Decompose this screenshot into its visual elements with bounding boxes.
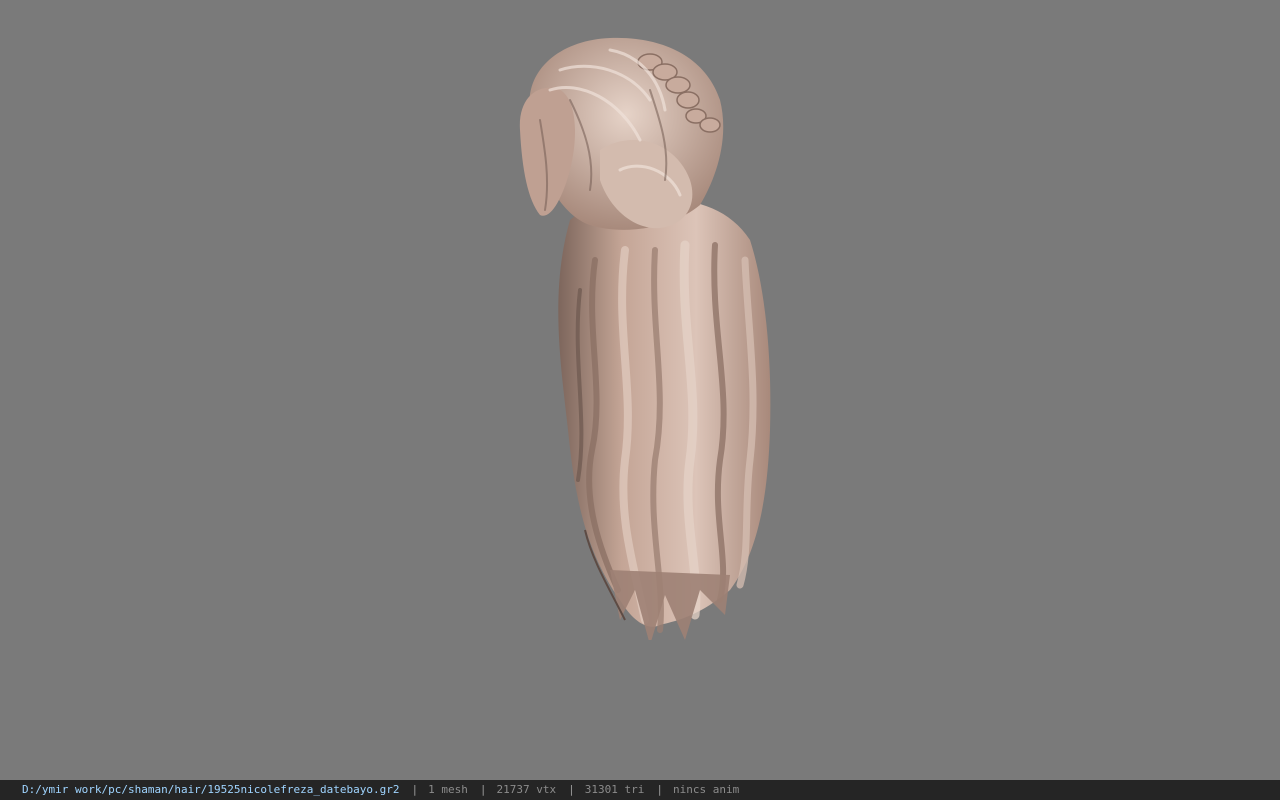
file-path-label: D:/ymir work/pc/shaman/hair/19525nicolef… xyxy=(22,783,400,796)
status-separator: | xyxy=(479,783,487,796)
triangle-count-label: 31301 tri xyxy=(584,783,645,796)
vertex-count-label: 21737 vtx xyxy=(496,783,557,796)
mesh-count-label: 1 mesh xyxy=(428,783,468,796)
3d-viewport[interactable] xyxy=(0,0,1280,780)
status-separator: | xyxy=(656,783,663,796)
status-separator: | xyxy=(411,783,419,796)
hair-model-render xyxy=(519,37,771,640)
status-bar: D:/ymir work/pc/shaman/hair/19525nicolef… xyxy=(0,780,1280,800)
status-separator: | xyxy=(568,783,575,796)
animation-status-label: nincs anim xyxy=(672,783,740,796)
